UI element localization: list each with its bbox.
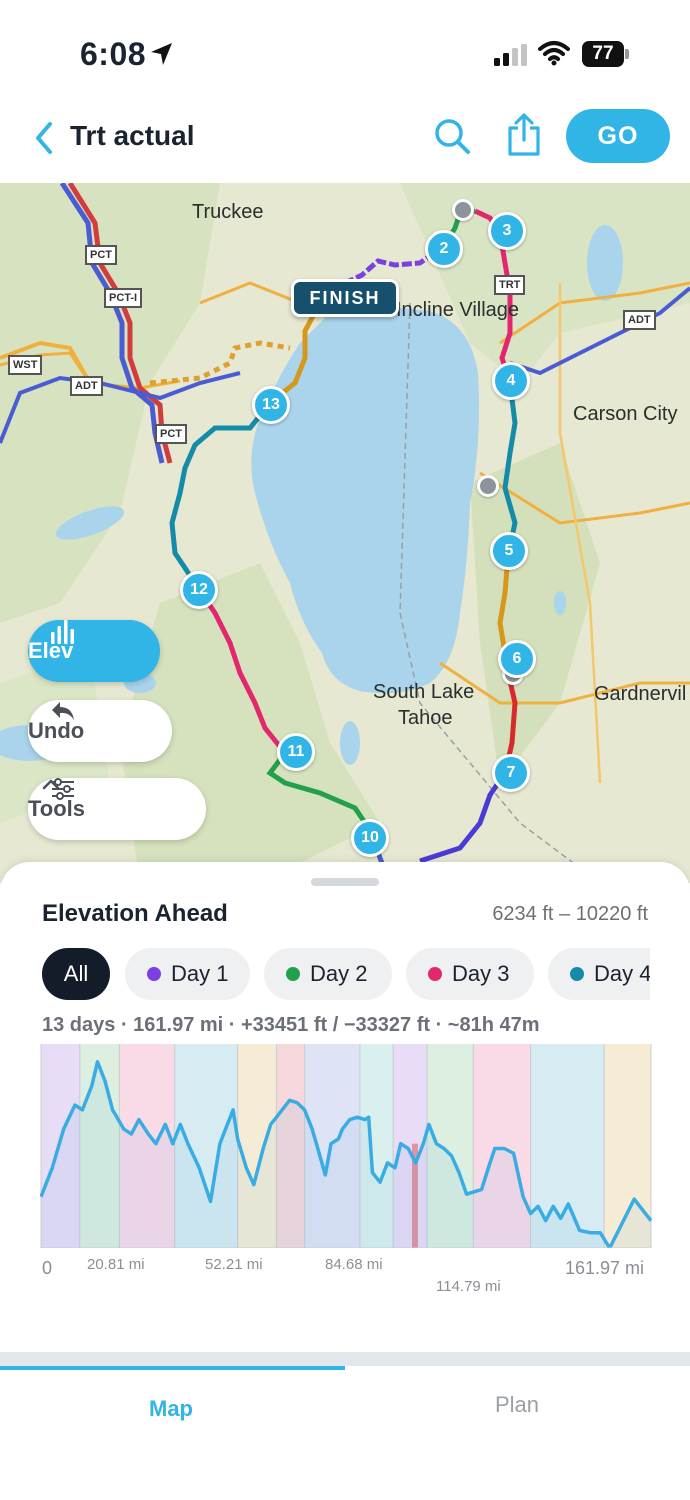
waypoint-5[interactable]: 5 bbox=[490, 532, 528, 570]
go-button[interactable]: GO bbox=[566, 109, 670, 163]
chip-all-label: All bbox=[63, 961, 89, 986]
trail-shield: PCT bbox=[85, 245, 117, 265]
location-arrow-icon bbox=[151, 43, 172, 65]
place-label-south-lake: South Lake bbox=[373, 681, 475, 703]
back-chevron-icon[interactable] bbox=[30, 118, 60, 158]
trail-shield: PCT-I bbox=[104, 288, 143, 308]
share-icon[interactable] bbox=[504, 112, 544, 158]
bottom-tab-bar: Map Plan bbox=[0, 1352, 690, 1500]
status-time: 6:08 bbox=[80, 36, 147, 72]
x-label-5: 161.97 mi bbox=[565, 1258, 645, 1278]
waypoint-12[interactable]: 12 bbox=[180, 571, 218, 609]
x-label-0: 0 bbox=[42, 1258, 53, 1278]
trail-shield: PCT bbox=[155, 424, 187, 444]
x-label-3: 84.68 mi bbox=[325, 1256, 383, 1273]
chip-all[interactable]: All bbox=[42, 948, 110, 1000]
battery-cap bbox=[625, 49, 629, 59]
waypoint-10[interactable]: 10 bbox=[351, 819, 389, 857]
chevron-up-icon bbox=[42, 779, 60, 790]
elevation-toggle-button[interactable]: Elev bbox=[28, 620, 160, 682]
waypoint-3[interactable]: 3 bbox=[488, 212, 526, 250]
battery-level: 77 bbox=[582, 41, 624, 67]
elevation-bars-icon bbox=[51, 620, 74, 644]
trail-shield: WST bbox=[8, 355, 43, 375]
search-icon[interactable] bbox=[432, 116, 472, 156]
chip-day-2-dot bbox=[286, 967, 300, 981]
tab-track bbox=[0, 1352, 690, 1366]
battery-indicator: 77 bbox=[582, 41, 629, 67]
chip-day-2[interactable]: Day 2 bbox=[264, 948, 392, 1000]
status-bar: 6:08 77 bbox=[0, 0, 690, 100]
undo-button[interactable]: Undo bbox=[28, 700, 172, 762]
tab-plan-label: Plan bbox=[495, 1392, 540, 1417]
chip-day-4-label: Day 4 bbox=[594, 961, 650, 986]
waypoint-11[interactable]: 11 bbox=[277, 733, 315, 771]
chip-day-1-dot bbox=[147, 967, 161, 981]
chip-day-4[interactable]: Day 4 bbox=[548, 948, 650, 1000]
chip-day-3-dot bbox=[428, 967, 442, 981]
trail-shield: ADT bbox=[623, 310, 656, 330]
chip-day-3-label: Day 3 bbox=[452, 961, 510, 986]
elevation-chart[interactable] bbox=[40, 1042, 652, 1248]
chip-day-1-label: Day 1 bbox=[171, 961, 229, 986]
day-filter-chips: All Day 1 Day 2 Day 3 Day 4 bbox=[42, 948, 650, 1002]
chip-day-4-dot bbox=[570, 967, 584, 981]
tab-plan[interactable]: Plan bbox=[495, 1392, 539, 1418]
place-label-tahoe: Tahoe bbox=[398, 707, 453, 729]
tab-map-label: Map bbox=[149, 1396, 193, 1421]
x-label-4: 114.79 mi bbox=[436, 1278, 501, 1295]
map-view[interactable]: Truckee Incline Village Carson City Sout… bbox=[0, 183, 690, 883]
trail-shield: TRT bbox=[494, 275, 526, 295]
waypoint-2[interactable]: 2 bbox=[425, 230, 463, 268]
chip-day-3[interactable]: Day 3 bbox=[406, 948, 534, 1000]
tab-map[interactable]: Map bbox=[149, 1396, 193, 1422]
trail-shield: ADT bbox=[70, 376, 103, 396]
undo-arrow-icon bbox=[52, 702, 74, 720]
waypoint-6[interactable]: 6 bbox=[498, 640, 536, 678]
chip-day-1[interactable]: Day 1 bbox=[125, 948, 250, 1000]
active-tab-indicator bbox=[0, 1366, 345, 1370]
finish-marker[interactable]: FINISH bbox=[291, 279, 399, 317]
app-root: 6:08 77 Trt actual GO Truckee Incline Vi… bbox=[0, 0, 690, 1500]
chip-day-2-label: Day 2 bbox=[310, 961, 368, 986]
page-title: Trt actual bbox=[70, 120, 195, 151]
route-point-marker[interactable] bbox=[477, 475, 499, 497]
waypoint-4[interactable]: 4 bbox=[492, 362, 530, 400]
nav-bar: Trt actual GO bbox=[0, 100, 690, 182]
cellular-signal-icon bbox=[494, 44, 527, 66]
x-label-1: 20.81 mi bbox=[87, 1256, 145, 1273]
trip-stats: 13 days · 161.97 mi · +33451 ft / −33327… bbox=[42, 1014, 540, 1036]
waypoint-7[interactable]: 7 bbox=[492, 754, 530, 792]
sheet-title: Elevation Ahead bbox=[42, 900, 228, 927]
sheet-grabber[interactable] bbox=[311, 878, 379, 886]
place-label-carson-city: Carson City bbox=[573, 403, 678, 425]
x-label-2: 52.21 mi bbox=[205, 1256, 263, 1273]
wifi-icon bbox=[538, 41, 570, 66]
place-label-truckee: Truckee bbox=[192, 201, 264, 223]
elevation-range: 6234 ft – 10220 ft bbox=[492, 903, 648, 925]
tools-button[interactable]: Tools bbox=[28, 778, 206, 840]
waypoint-13[interactable]: 13 bbox=[252, 386, 290, 424]
route-point-marker[interactable] bbox=[452, 199, 474, 221]
place-label-gardnerville: Gardnervil bbox=[594, 683, 687, 705]
elevation-sheet: Elevation Ahead 6234 ft – 10220 ft All D… bbox=[0, 862, 690, 1362]
place-label-incline-village: Incline Village bbox=[396, 299, 520, 321]
